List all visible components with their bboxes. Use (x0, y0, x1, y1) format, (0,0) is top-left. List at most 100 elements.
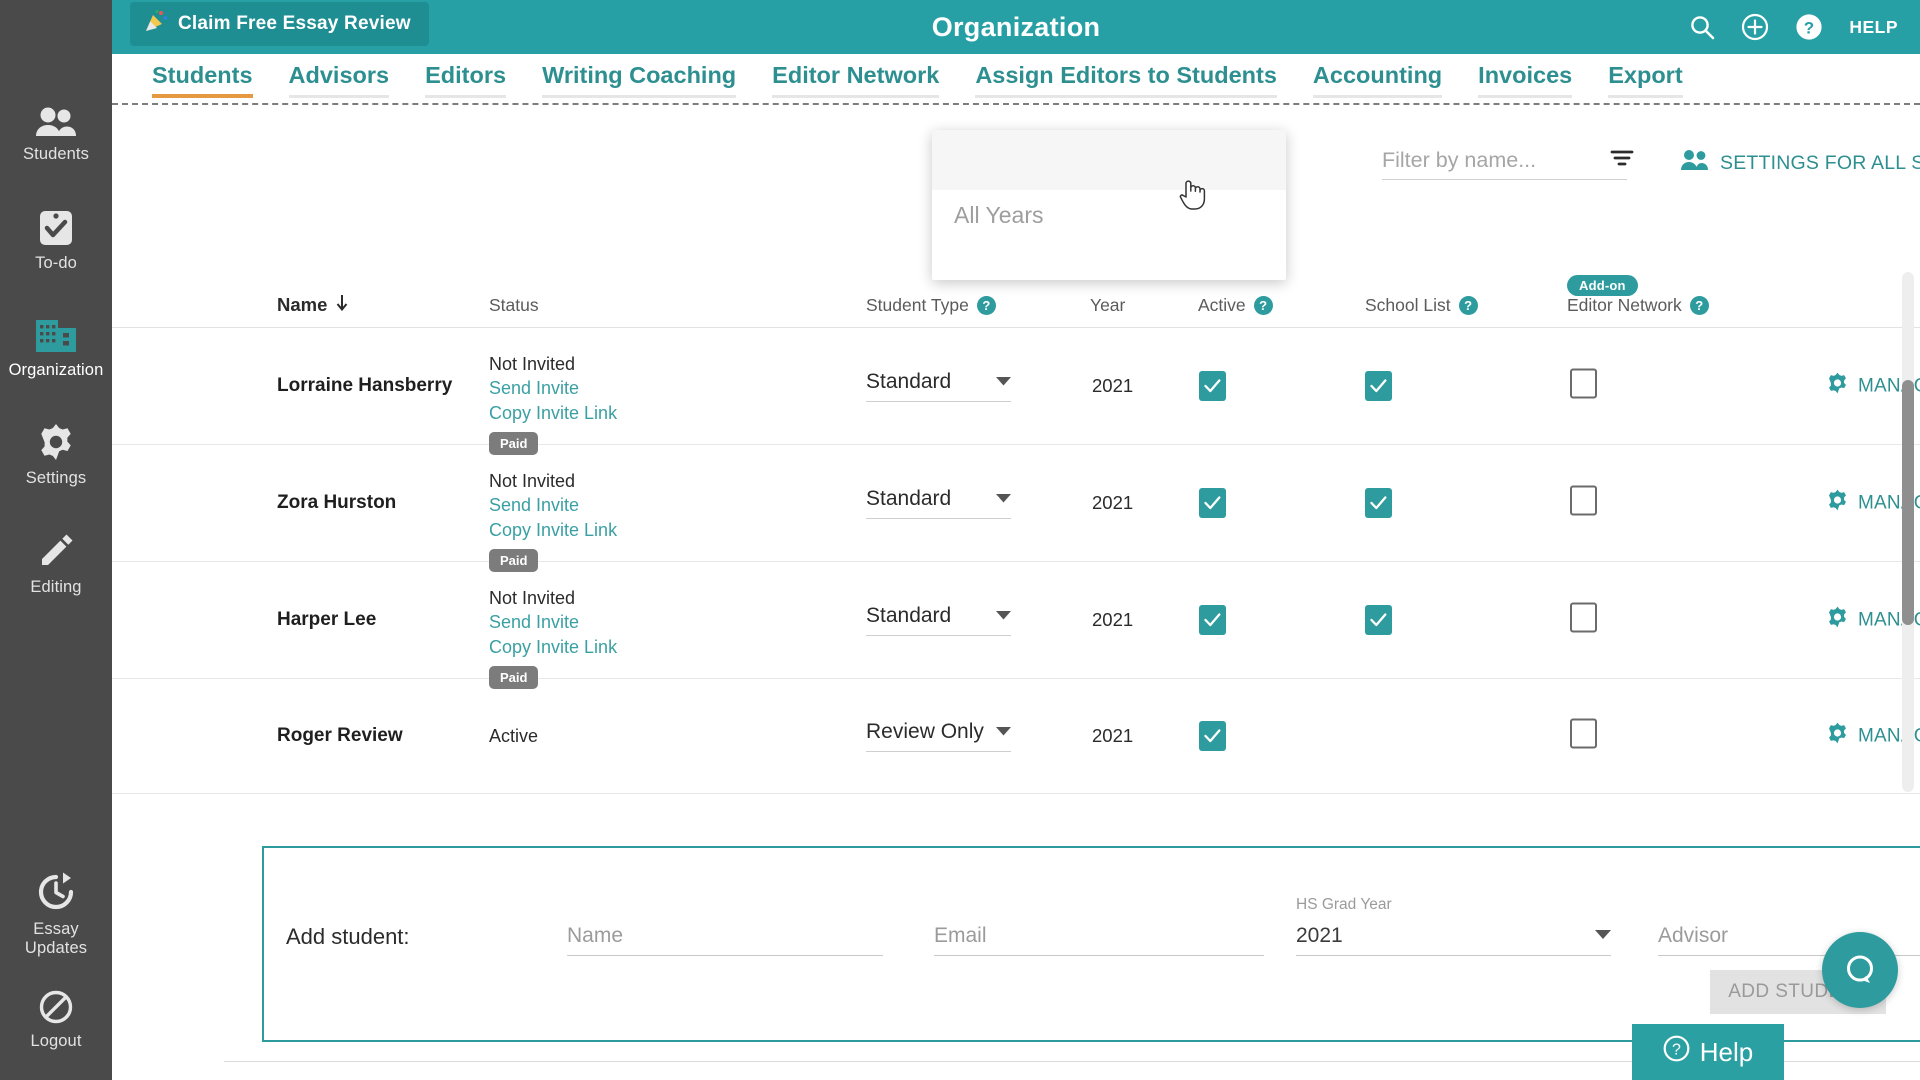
tab-invoices[interactable]: Invoices (1460, 62, 1590, 98)
settings-for-all-students-button[interactable]: SETTINGS FOR ALL STUDENTS (1680, 149, 1920, 177)
email-input[interactable] (934, 924, 1264, 948)
dropdown-top-shade (932, 130, 1286, 190)
help-link[interactable]: HELP (1849, 17, 1898, 38)
active-checkbox[interactable] (1199, 605, 1226, 635)
addon-badge: Add-on (1567, 275, 1638, 296)
tab-label: Assign Editors to Students (975, 62, 1277, 88)
table-row: Zora Hurston Not Invited Send Invite Cop… (112, 445, 1920, 572)
party-popper-icon (144, 9, 168, 39)
column-header-name[interactable]: Name (277, 294, 349, 316)
student-type-select[interactable]: Review Only (866, 720, 1011, 752)
status-text: Not Invited (489, 588, 576, 608)
column-header-year: Year (1090, 295, 1125, 316)
editor-network-checkbox[interactable] (1570, 485, 1597, 516)
student-type-select[interactable]: Standard (866, 604, 1011, 636)
filter-toolbar: All Years Graduation Year 2021 2021 (112, 120, 1920, 280)
tab-editor-network[interactable]: Editor Network (754, 62, 957, 98)
student-type-select[interactable]: Standard (866, 370, 1011, 402)
active-checkbox[interactable] (1199, 721, 1226, 751)
editor-network-checkbox[interactable] (1570, 718, 1597, 749)
gear-icon (1826, 722, 1849, 751)
hs-grad-year-value: 2021 (1296, 924, 1343, 947)
student-type-select[interactable]: Standard (866, 487, 1011, 519)
sidebar-label: To-do (35, 253, 77, 272)
sidebar-item-organization[interactable]: Organization (0, 306, 112, 387)
plus-circle-icon[interactable] (1741, 13, 1769, 41)
school-list-checkbox[interactable] (1365, 371, 1392, 401)
copy-invite-link[interactable]: Copy Invite Link (489, 518, 617, 542)
student-type-value: Standard (866, 370, 952, 393)
tab-advisors[interactable]: Advisors (271, 62, 408, 98)
sidebar-item-todo[interactable]: To-do (0, 197, 112, 280)
svg-text:?: ? (1672, 1042, 1681, 1059)
tab-underline (1608, 95, 1683, 98)
student-type-value: Review Only (866, 720, 984, 743)
tab-bar: Students Advisors Editors Writing Coachi… (112, 54, 1920, 98)
school-list-checkbox-cell (1365, 605, 1392, 635)
chevron-down-icon (996, 373, 1011, 391)
sidebar-label: Logout (30, 1032, 82, 1051)
question-circle-icon[interactable]: ? (1795, 13, 1823, 41)
sidebar-item-settings[interactable]: Settings (0, 412, 112, 495)
chevron-down-icon (996, 723, 1011, 741)
student-type-value: Standard (866, 487, 952, 510)
help-badge-icon[interactable]: ? (1253, 296, 1273, 315)
gear-icon (36, 422, 76, 462)
send-invite-link[interactable]: Send Invite (489, 376, 617, 400)
help-badge-icon[interactable]: ? (1458, 296, 1478, 315)
copy-invite-link[interactable]: Copy Invite Link (489, 635, 617, 659)
search-icon[interactable] (1689, 14, 1715, 40)
send-invite-link[interactable]: Send Invite (489, 610, 617, 634)
tab-accounting[interactable]: Accounting (1295, 62, 1460, 98)
sidebar-label: Settings (25, 469, 87, 488)
add-student-email-field[interactable] (934, 924, 1264, 956)
chevron-down-icon (996, 490, 1011, 508)
school-list-checkbox[interactable] (1365, 488, 1392, 518)
help-widget-button[interactable]: ? Help (1632, 1024, 1784, 1080)
student-type-value: Standard (866, 604, 952, 627)
tab-students[interactable]: Students (134, 62, 271, 98)
sidebar-item-editing[interactable]: Editing (0, 521, 112, 604)
chat-bubble-icon[interactable] (1822, 932, 1898, 1008)
add-student-name-field[interactable] (567, 924, 883, 956)
clipboard-check-icon (37, 207, 75, 247)
column-label: Name (277, 294, 328, 315)
table-scrollbar-thumb[interactable] (1902, 380, 1914, 625)
claim-free-essay-review-button[interactable]: Claim Free Essay Review (130, 2, 429, 46)
dropdown-option-all-years[interactable]: All Years (954, 202, 1044, 229)
tab-export[interactable]: Export (1590, 62, 1700, 98)
search-input[interactable] (1382, 148, 1627, 173)
column-label: Status (489, 295, 539, 315)
name-filter-field[interactable] (1382, 148, 1627, 180)
column-label: Active (1198, 295, 1246, 315)
editor-network-checkbox[interactable] (1570, 368, 1597, 399)
student-name: Harper Lee (277, 609, 377, 630)
sidebar-item-students[interactable]: Students (0, 96, 112, 171)
school-list-checkbox[interactable] (1365, 605, 1392, 635)
sidebar-label: Students (23, 145, 89, 163)
tab-underline (772, 95, 940, 98)
column-header-school-list: School List ? (1365, 295, 1478, 316)
tab-writing-coaching[interactable]: Writing Coaching (524, 62, 754, 98)
arrow-down-icon[interactable] (335, 294, 349, 316)
active-checkbox[interactable] (1199, 488, 1226, 518)
sidebar-item-essay-updates[interactable]: Essay Updates (0, 861, 112, 966)
name-input[interactable] (567, 924, 883, 948)
editor-network-checkbox[interactable] (1570, 602, 1597, 633)
copy-invite-link[interactable]: Copy Invite Link (489, 401, 617, 425)
tab-editors[interactable]: Editors (407, 62, 524, 98)
question-circle-icon: ? (1663, 1035, 1690, 1069)
hs-grad-year-select[interactable]: 2021 (1296, 924, 1611, 956)
sidebar-item-logout[interactable]: Logout (0, 979, 112, 1058)
filter-icon[interactable] (1610, 148, 1634, 175)
student-year: 2021 (1092, 492, 1134, 513)
left-sidebar: Students To-do Organization Settings Edi… (0, 0, 112, 1080)
active-checkbox[interactable] (1199, 371, 1226, 401)
tab-assign-editors-to-students[interactable]: Assign Editors to Students (957, 62, 1295, 98)
student-year: 2021 (1092, 609, 1134, 630)
help-badge-icon[interactable]: ? (976, 296, 996, 315)
send-invite-link[interactable]: Send Invite (489, 493, 617, 517)
help-widget-label: Help (1699, 1036, 1754, 1067)
help-badge-icon[interactable]: ? (1689, 296, 1709, 315)
add-student-label: Add student: (286, 924, 410, 949)
